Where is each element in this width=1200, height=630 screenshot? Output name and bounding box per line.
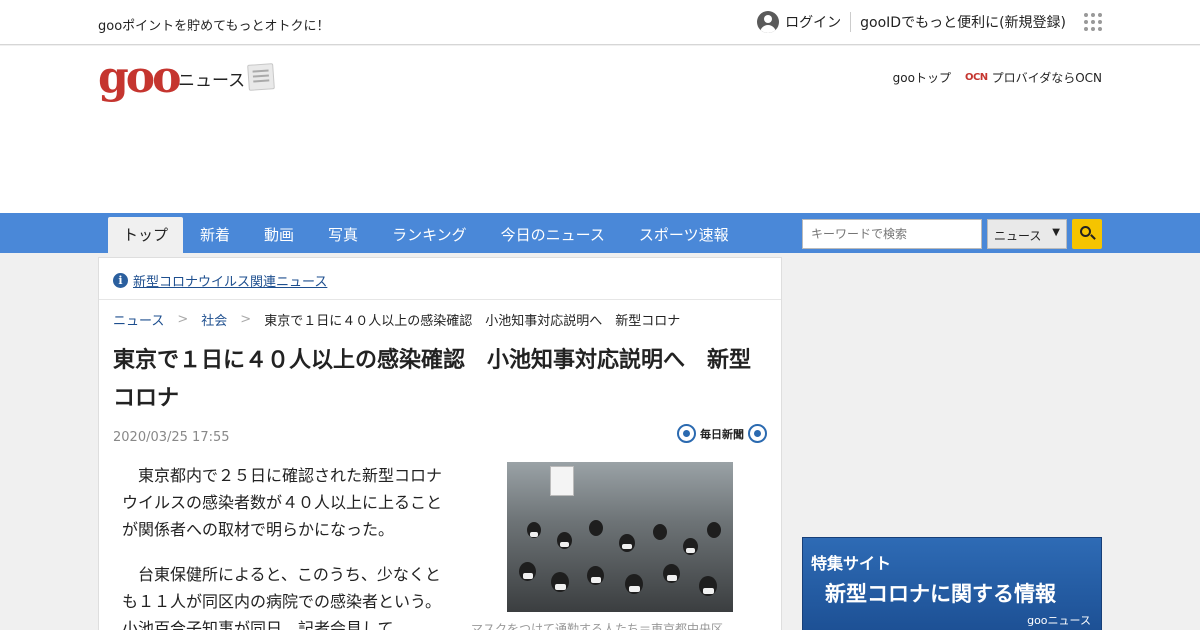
account-area: ログイン gooIDでもっと便利に(新規登録) (757, 10, 1102, 34)
caret-down-icon: ▼ (1052, 227, 1060, 238)
tab-sports[interactable]: スポーツ速報 (622, 217, 746, 253)
apps-grid-icon[interactable] (1084, 13, 1102, 31)
nav-tabs: トップ 新着 動画 写真 ランキング 今日のニュース スポーツ速報 (108, 217, 746, 253)
search-input[interactable] (802, 219, 982, 249)
article-headline: 東京で１日に４０人以上の感染確認 小池知事対応説明へ 新型コロナ (113, 348, 752, 411)
mainichi-logo-icon (748, 424, 767, 443)
breadcrumb-separator-icon: > (177, 312, 189, 327)
article-date: 2020/03/25 17:55 (113, 430, 230, 445)
banner-subtitle: 特集サイト (811, 554, 892, 573)
tab-video[interactable]: 動画 (247, 217, 311, 253)
goo-top-link[interactable]: gooトップ (893, 69, 951, 86)
breadcrumb-current: 東京で１日に４０人以上の感染確認 小池知事対応説明へ 新型コロナ (264, 314, 681, 329)
article-paragraph: 東京都内で２５日に確認された新型コロナウイルスの感染者数が４０人以上に上ることが… (122, 466, 443, 539)
ocn-logo-icon: OCN (964, 72, 988, 83)
related-news-link[interactable]: 新型コロナウイルス関連ニュース (133, 271, 327, 290)
register-link[interactable]: gooIDでもっと便利に(新規登録) (860, 12, 1066, 32)
article-card: i 新型コロナウイルス関連ニュース ニュース > 社会 > 東京で１日に４０人以… (98, 257, 782, 630)
breadcrumb-separator-icon: > (240, 312, 252, 327)
banner-brand: gooニュース (1027, 614, 1091, 627)
news-section-title[interactable]: ニュース (178, 66, 245, 91)
photo-caption: マスクをつけて通勤する人たち＝東京都中央区 (471, 622, 724, 630)
site-header: goo ニュース gooトップ OCN プロバイダならOCN (0, 46, 1200, 213)
newspaper-icon (247, 63, 275, 91)
login-link[interactable]: ログイン (785, 12, 841, 32)
article-photo[interactable] (507, 462, 733, 612)
breadcrumb: ニュース > 社会 > 東京で１日に４０人以上の感染確認 小池知事対応説明へ 新… (113, 310, 680, 329)
tab-today[interactable]: 今日のニュース (484, 217, 622, 253)
breadcrumb-news[interactable]: ニュース (113, 310, 164, 329)
tab-top[interactable]: トップ (108, 217, 184, 253)
user-icon[interactable] (757, 11, 780, 33)
goo-logo[interactable]: goo (98, 56, 181, 100)
search-scope-select[interactable]: ニュース ▼ (987, 219, 1067, 249)
related-news-bar: i 新型コロナウイルス関連ニュース (99, 258, 781, 300)
covid-feature-banner[interactable]: 特集サイト 新型コロナに関する情報 gooニュース (802, 537, 1102, 630)
article-body: 東京都内で２５日に確認された新型コロナウイルスの感染者数が４０人以上に上ることが… (122, 462, 452, 630)
tab-new[interactable]: 新着 (183, 217, 247, 253)
points-promo-link[interactable]: gooポイントを貯めてもっとオトクに！ (98, 15, 330, 34)
ocn-provider-link[interactable]: プロバイダならOCN (992, 69, 1102, 86)
header-links: gooトップ OCN プロバイダならOCN (893, 69, 1102, 86)
tab-photo[interactable]: 写真 (311, 217, 375, 253)
search-scope-value: ニュース (994, 229, 1042, 243)
banner-title: 新型コロナに関する情報 (825, 582, 1056, 606)
article-paragraph: 台東保健所によると、このうち、少なくとも１１人が同区内の病院での感染者という。小… (122, 565, 442, 630)
top-bar: gooポイントを貯めてもっとオトクに！ ログイン gooIDでもっと便利に(新規… (0, 0, 1200, 45)
breadcrumb-society[interactable]: 社会 (201, 310, 227, 329)
search-button[interactable] (1072, 219, 1102, 249)
source-badge[interactable]: 毎日新聞 (677, 424, 767, 443)
signboard (550, 466, 574, 496)
main-nav: トップ 新着 動画 写真 ランキング 今日のニュース スポーツ速報 ニュース ▼ (0, 213, 1200, 253)
mainichi-logo-icon (677, 424, 696, 443)
source-name: 毎日新聞 (700, 427, 744, 441)
info-icon: i (113, 273, 128, 288)
divider (850, 12, 852, 32)
tab-ranking[interactable]: ランキング (375, 217, 484, 253)
